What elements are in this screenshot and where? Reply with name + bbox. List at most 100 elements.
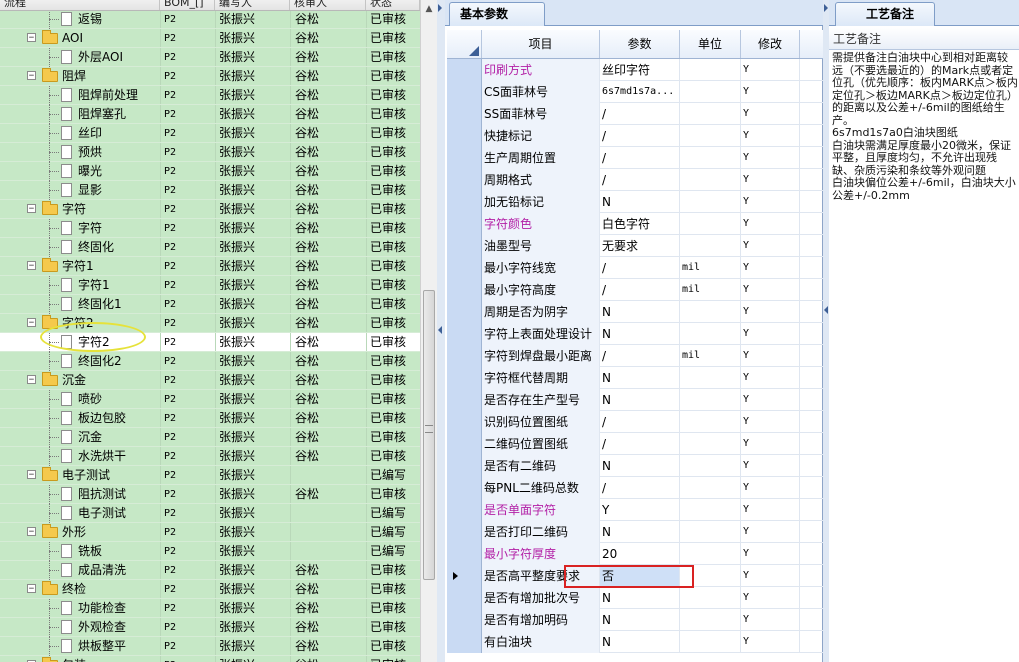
param-row[interactable]: 是否有二维码 N Y [447,455,823,477]
tree-step-row[interactable]: 阻抗测试 P2 张振兴 谷松 已审核 [0,485,420,504]
tab-basic-params[interactable]: 基本参数 [449,2,545,26]
param-row[interactable]: 字符到焊盘最小距离 / mil Y [447,345,823,367]
param-modify-cell[interactable]: Y [741,147,800,169]
param-unit-cell[interactable] [680,565,741,587]
param-unit-cell[interactable] [680,631,741,653]
collapse-right-icon[interactable] [824,4,828,12]
grid-col-item[interactable]: 项目 [482,30,600,58]
param-unit-cell[interactable] [680,191,741,213]
param-unit-cell[interactable] [680,213,741,235]
grid-col-modify[interactable]: 修改 [741,30,800,58]
param-value-cell[interactable]: / [600,103,680,125]
row-selector-cell[interactable] [447,477,482,499]
grid-col-unit[interactable]: 单位 [680,30,741,58]
param-modify-cell[interactable]: Y [741,543,800,565]
tree-step-row[interactable]: 字符1 P2 张振兴 谷松 已审核 [0,276,420,295]
row-selector-cell[interactable] [447,609,482,631]
param-value-cell[interactable]: N [600,323,680,345]
param-value-cell[interactable]: 6s7md1s7a... [600,81,680,103]
collapse-icon[interactable]: − [27,204,36,214]
collapse-left-mid-icon[interactable] [438,326,442,334]
tab-process-notes[interactable]: 工艺备注 [835,2,935,26]
grid-col-value[interactable]: 参数 [600,30,680,58]
row-selector-cell[interactable] [447,345,482,367]
tree-step-row[interactable]: 外观检查 P2 张振兴 谷松 已审核 [0,618,420,637]
param-unit-cell[interactable] [680,323,741,345]
param-unit-cell[interactable] [680,169,741,191]
param-modify-cell[interactable]: Y [741,279,800,301]
param-value-cell[interactable]: Y [600,499,680,521]
param-value-cell[interactable]: N [600,389,680,411]
row-selector-cell[interactable] [447,279,482,301]
param-unit-cell[interactable]: mil [680,257,741,279]
param-row[interactable]: 快捷标记 / Y [447,125,823,147]
tree-step-row[interactable]: 字符2 P2 张振兴 谷松 已审核 [0,333,420,352]
param-unit-cell[interactable]: mil [680,345,741,367]
row-selector-cell[interactable] [447,147,482,169]
param-row[interactable]: 是否高平整度要求否 Y [447,565,823,587]
row-selector-cell[interactable] [447,499,482,521]
collapse-icon[interactable]: − [27,584,36,594]
param-value-cell[interactable]: / [600,345,680,367]
param-unit-cell[interactable] [680,411,741,433]
param-unit-cell[interactable] [680,59,741,81]
tree-step-row[interactable]: 显影 P2 张振兴 谷松 已审核 [0,181,420,200]
param-modify-cell[interactable]: Y [741,301,800,323]
tree-step-row[interactable]: 字符 P2 张振兴 谷松 已审核 [0,219,420,238]
param-row[interactable]: 是否存在生产型号 N Y [447,389,823,411]
param-row[interactable]: SS面菲林号 / Y [447,103,823,125]
collapse-icon[interactable]: − [27,375,36,385]
param-value-cell[interactable]: N [600,631,680,653]
row-selector-cell[interactable] [447,367,482,389]
param-row[interactable]: 最小字符线宽 / mil Y [447,257,823,279]
param-value-cell[interactable]: 否 [600,565,680,587]
param-value-cell[interactable]: 白色字符 [600,213,680,235]
row-selector-cell[interactable] [447,521,482,543]
tree-group-row[interactable]: − 字符 P2 张振兴 谷松 已审核 [0,200,420,219]
scroll-up-icon[interactable]: ▲ [423,3,435,15]
tree-step-row[interactable]: 喷砂 P2 张振兴 谷松 已审核 [0,390,420,409]
row-selector-cell[interactable] [447,235,482,257]
left-splitter[interactable] [437,0,445,662]
row-selector-cell[interactable] [447,587,482,609]
row-selector-cell[interactable] [447,543,482,565]
row-selector-cell[interactable] [447,169,482,191]
param-modify-cell[interactable]: Y [741,499,800,521]
row-selector-cell[interactable] [447,191,482,213]
tree-group-row[interactable]: − 字符1 P2 张振兴 谷松 已审核 [0,257,420,276]
row-selector-cell[interactable] [447,125,482,147]
tree-step-row[interactable]: 终固化 P2 张振兴 谷松 已审核 [0,238,420,257]
param-row[interactable]: 是否有增加批次号 N Y [447,587,823,609]
param-modify-cell[interactable]: Y [741,257,800,279]
param-value-cell[interactable]: / [600,169,680,191]
param-modify-cell[interactable]: Y [741,521,800,543]
collapse-left-icon[interactable] [438,4,442,12]
tree-step-row[interactable]: 功能检查 P2 张振兴 谷松 已审核 [0,599,420,618]
tree-group-row[interactable]: − 阻焊 P2 张振兴 谷松 已审核 [0,67,420,86]
tree-step-row[interactable]: 水洗烘干 P2 张振兴 谷松 已审核 [0,447,420,466]
collapse-icon[interactable]: − [27,261,36,271]
param-value-cell[interactable]: 20 [600,543,680,565]
param-unit-cell[interactable] [680,147,741,169]
param-value-cell[interactable]: 丝印字符 [600,59,680,81]
param-value-cell[interactable]: 无要求 [600,235,680,257]
param-row[interactable]: 是否单面字符 Y Y [447,499,823,521]
row-selector-cell[interactable] [447,301,482,323]
param-row[interactable]: 是否有增加明码 N Y [447,609,823,631]
notes-text[interactable]: 需提供备注白油块中心到相对距离较远（不要选最近的）的Mark点或者定位孔（优先顺… [832,51,1018,202]
param-modify-cell[interactable]: Y [741,609,800,631]
param-row[interactable]: CS面菲林号 6s7md1s7a... Y [447,81,823,103]
tree-group-row[interactable]: − 电子测试 P2 张振兴 已编写 [0,466,420,485]
param-value-cell[interactable]: / [600,257,680,279]
param-row[interactable]: 加无铅标记 N Y [447,191,823,213]
row-selector-cell[interactable] [447,213,482,235]
param-unit-cell[interactable] [680,477,741,499]
param-modify-cell[interactable]: Y [741,433,800,455]
param-modify-cell[interactable]: Y [741,103,800,125]
param-modify-cell[interactable]: Y [741,81,800,103]
row-selector-cell[interactable] [447,81,482,103]
row-selector-cell[interactable] [447,565,482,587]
collapse-right-mid-icon[interactable] [824,306,828,314]
param-unit-cell[interactable] [680,301,741,323]
tree-step-row[interactable]: 铣板 P2 张振兴 已编写 [0,542,420,561]
